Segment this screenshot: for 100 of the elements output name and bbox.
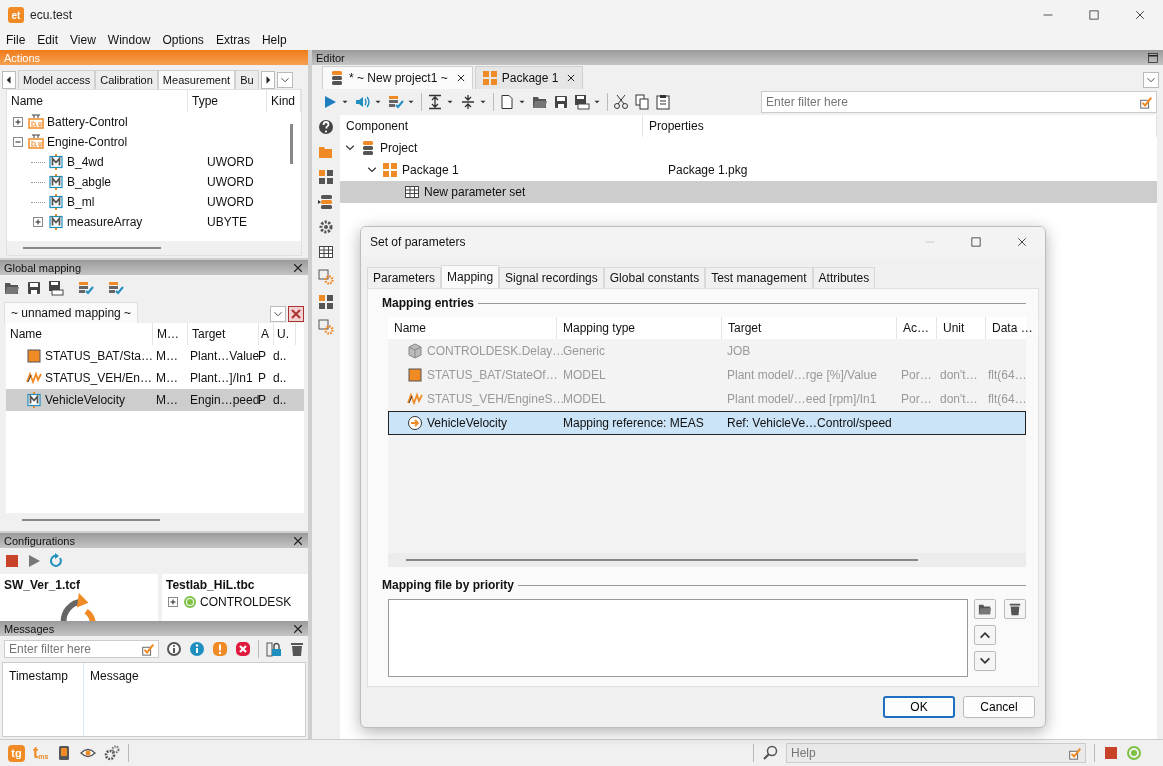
tab[interactable]: Test management bbox=[705, 267, 813, 288]
search-icon[interactable] bbox=[762, 745, 778, 761]
copy-icon[interactable] bbox=[634, 94, 650, 110]
info-outline-icon[interactable] bbox=[166, 641, 182, 657]
editor-tab[interactable]: Package 1 bbox=[474, 66, 584, 89]
tab[interactable]: ~ unnamed mapping ~ bbox=[4, 302, 139, 323]
filter-check-icon[interactable] bbox=[141, 642, 155, 656]
expand-icon[interactable] bbox=[31, 215, 45, 229]
column-header[interactable]: Properties bbox=[643, 115, 1157, 137]
menu-item[interactable]: Options bbox=[156, 33, 210, 47]
tab[interactable]: Bu bbox=[235, 70, 259, 89]
scrollbar[interactable] bbox=[23, 247, 161, 249]
tab[interactable]: Attributes bbox=[812, 267, 876, 288]
column-header[interactable]: A bbox=[259, 323, 274, 345]
gears-icon[interactable] bbox=[104, 745, 121, 761]
tree-item[interactable]: Project bbox=[340, 137, 1157, 159]
table-row[interactable]: STATUS_BAT/Sta… M… Plant…ValueP d.. bbox=[6, 345, 304, 367]
filter-field[interactable]: Enter filter here bbox=[4, 640, 159, 658]
play-icon[interactable] bbox=[26, 553, 42, 569]
column-header[interactable]: Kind bbox=[267, 90, 301, 112]
ok-button[interactable]: OK bbox=[883, 696, 955, 718]
column-header[interactable]: Unit bbox=[937, 317, 986, 339]
restore-icon[interactable] bbox=[1147, 51, 1159, 64]
close-icon[interactable] bbox=[292, 261, 304, 274]
menu-item[interactable]: Window bbox=[101, 33, 157, 47]
close-icon[interactable] bbox=[455, 73, 466, 83]
info-icon[interactable] bbox=[189, 641, 205, 657]
tab[interactable]: Model access bbox=[18, 70, 96, 89]
save-as-icon[interactable] bbox=[48, 280, 64, 296]
tree-item[interactable]: Engine-Control bbox=[7, 132, 301, 152]
column-header[interactable]: Target bbox=[722, 317, 897, 339]
table-row[interactable]: VehicleVelocity Mapping reference: MEAS Ref: VehicleVe…Control/speed bbox=[388, 411, 1026, 435]
scroll-left-button[interactable] bbox=[2, 71, 16, 89]
tab[interactable]: Calibration bbox=[95, 70, 158, 89]
filter-field[interactable]: Enter filter here bbox=[761, 91, 1157, 113]
trash-icon[interactable] bbox=[289, 641, 305, 657]
scrollbar[interactable] bbox=[406, 559, 918, 561]
menu-item[interactable]: File bbox=[0, 33, 32, 47]
column-header[interactable]: Type bbox=[188, 90, 267, 112]
file-list[interactable] bbox=[388, 599, 968, 677]
collapse-all-icon[interactable] bbox=[460, 94, 476, 110]
column-header[interactable]: Data … bbox=[986, 317, 1039, 339]
tree-item[interactable]: measureArray UBYTE bbox=[7, 212, 301, 232]
tab[interactable]: Signal recordings bbox=[499, 267, 604, 288]
stop-icon[interactable] bbox=[4, 553, 20, 569]
folder-icon[interactable] bbox=[4, 280, 20, 296]
expand-all-icon[interactable] bbox=[427, 94, 443, 110]
menu-item[interactable]: View bbox=[64, 33, 102, 47]
folder-icon[interactable] bbox=[532, 94, 548, 110]
editor-tab[interactable]: * ~ New project1 ~ bbox=[322, 66, 473, 89]
tree-item[interactable]: B_4wd UWORD bbox=[7, 152, 301, 172]
speaker-icon[interactable] bbox=[355, 94, 371, 110]
close-icon[interactable] bbox=[566, 73, 577, 83]
tab[interactable]: Measurement bbox=[157, 70, 236, 89]
stop-icon[interactable] bbox=[1103, 745, 1119, 761]
column-header[interactable]: Name bbox=[6, 323, 153, 345]
save-icon[interactable] bbox=[553, 94, 569, 110]
table-icon[interactable] bbox=[318, 244, 334, 260]
save-as-icon[interactable] bbox=[574, 94, 590, 110]
help-icon[interactable] bbox=[318, 119, 334, 135]
menu-item[interactable]: Edit bbox=[31, 33, 65, 47]
grid-icon[interactable] bbox=[318, 169, 334, 185]
tab[interactable]: Parameters bbox=[367, 267, 442, 288]
save-icon[interactable] bbox=[26, 280, 42, 296]
column-header[interactable]: U. bbox=[274, 323, 296, 345]
help-field[interactable]: Help bbox=[786, 743, 1086, 763]
filter-check-icon[interactable] bbox=[1068, 746, 1082, 760]
scroll-right-button[interactable] bbox=[260, 71, 275, 89]
column-header[interactable]: Timestamp bbox=[3, 663, 84, 736]
column-header[interactable]: Mapping type bbox=[557, 317, 722, 339]
close-icon[interactable] bbox=[292, 534, 304, 547]
expand-icon[interactable] bbox=[166, 595, 180, 609]
cancel-button[interactable]: Cancel bbox=[963, 696, 1035, 718]
expand-icon[interactable] bbox=[11, 115, 25, 129]
error-icon[interactable] bbox=[235, 641, 251, 657]
paste-icon[interactable] bbox=[655, 94, 671, 110]
tree-item[interactable]: Battery-Control bbox=[7, 112, 301, 132]
column-header[interactable]: Name bbox=[7, 90, 188, 112]
lock-icon[interactable] bbox=[266, 641, 282, 657]
tree-item[interactable]: New parameter set bbox=[340, 181, 1157, 203]
tab[interactable]: Global constants bbox=[603, 267, 706, 288]
column-header[interactable]: Name bbox=[388, 317, 557, 339]
dropdown-button[interactable] bbox=[1143, 72, 1159, 88]
tree-item[interactable]: B_ml UWORD bbox=[7, 192, 301, 212]
column-header[interactable]: Target bbox=[188, 323, 259, 345]
scrollbar[interactable] bbox=[22, 519, 160, 521]
menu-item[interactable]: Extras bbox=[209, 33, 256, 47]
move-down-button[interactable] bbox=[974, 651, 996, 671]
scrollbar[interactable] bbox=[290, 124, 293, 164]
close-icon[interactable] bbox=[292, 622, 304, 635]
tree-item[interactable]: CONTROLDESK bbox=[166, 595, 304, 609]
new-file-icon[interactable] bbox=[499, 94, 515, 110]
tab[interactable]: Mapping bbox=[441, 265, 500, 288]
move-up-button[interactable] bbox=[974, 625, 996, 645]
layers-check-icon[interactable] bbox=[78, 280, 94, 296]
cut-icon[interactable] bbox=[613, 94, 629, 110]
refresh-icon[interactable] bbox=[48, 553, 64, 569]
table-row[interactable]: VehicleVelocity M… Engin…peedP d.. bbox=[6, 389, 304, 411]
play-icon[interactable] bbox=[322, 94, 338, 110]
database-icon[interactable] bbox=[318, 194, 334, 210]
